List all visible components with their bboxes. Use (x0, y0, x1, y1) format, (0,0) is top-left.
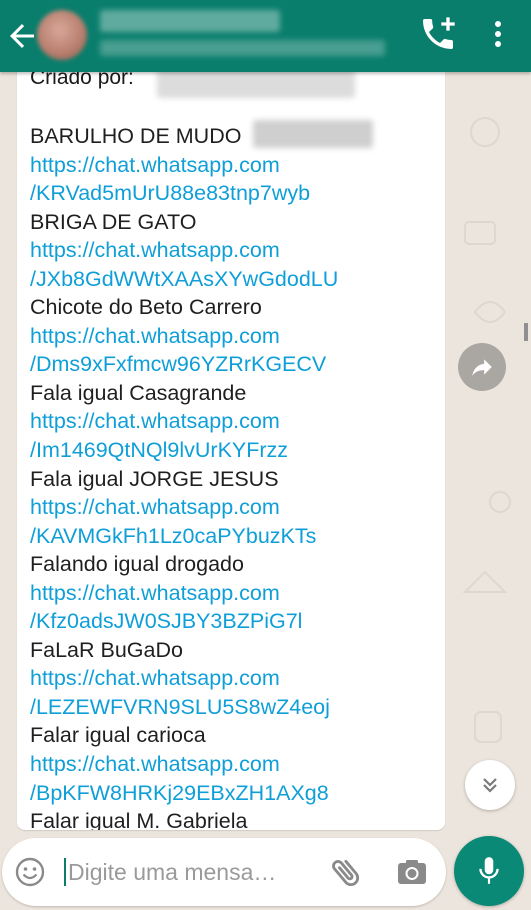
paperclip-icon[interactable] (328, 854, 364, 890)
contact-name-redacted[interactable] (100, 10, 280, 32)
wallpaper-pattern (462, 117, 511, 743)
entry-link-host[interactable]: https://chat.whatsapp.com (30, 322, 440, 351)
scroll-to-bottom-button[interactable] (465, 760, 515, 810)
entry-link-host[interactable]: https://chat.whatsapp.com (30, 750, 440, 779)
entry-link-host[interactable]: https://chat.whatsapp.com (30, 407, 440, 436)
forward-button[interactable] (458, 343, 506, 391)
scrollbar-thumb[interactable] (524, 323, 528, 341)
forward-icon (472, 359, 492, 376)
chat-header (0, 0, 531, 72)
entry-link-path[interactable]: /LEZEWFVRN9SLU5S8wZ4eoj (30, 693, 440, 722)
entry-link-path[interactable]: /KRVad5mUrU88e83tnp7wyb (30, 179, 440, 208)
entry-title: Falando igual drogado (30, 552, 244, 577)
group-link-list: BARULHO DE MUDO https://chat.whatsapp.co… (30, 122, 440, 830)
entry-link-host[interactable]: https://chat.whatsapp.com (30, 579, 440, 608)
mic-icon (479, 857, 499, 884)
entry-link-path[interactable]: /JXb8GdWWtXAAsXYwGdodLU (30, 265, 440, 294)
entry-link-path[interactable]: /Dms9xFxfmcw96YZRrKGECV (30, 350, 440, 379)
entry-title: Chicote do Beto Carrero (30, 295, 262, 320)
entry-title: Fala igual JORGE JESUS (30, 466, 279, 491)
text-caret (64, 858, 66, 886)
camera-icon[interactable] (395, 856, 429, 888)
entry-title: Falar igual M. Gabriela (30, 809, 248, 830)
entry-title: BRIGA DE GATO (30, 209, 197, 234)
entry-link-path[interactable]: /Kfz0adsJW0SJBY3BZPiG7l (30, 607, 440, 636)
entry-link-host[interactable]: https://chat.whatsapp.com (30, 664, 440, 693)
entry-title: Fala igual Casagrande (30, 380, 247, 405)
entry-link-host[interactable]: https://chat.whatsapp.com (30, 493, 440, 522)
entry-title: Falar igual carioca (30, 723, 206, 748)
voice-message-button[interactable] (454, 836, 524, 906)
message-input[interactable] (68, 854, 308, 890)
entry-link-host[interactable]: https://chat.whatsapp.com (30, 151, 440, 180)
more-vert-icon[interactable] (486, 14, 510, 54)
entry-link-host[interactable]: https://chat.whatsapp.com (30, 236, 440, 265)
add-call-icon[interactable] (418, 14, 458, 54)
emoji-icon[interactable] (14, 856, 46, 888)
entry-title: BARULHO DE MUDO (30, 124, 242, 148)
double-chevron-down-icon (483, 778, 497, 793)
back-arrow-icon[interactable] (4, 18, 40, 54)
message-composer (2, 838, 446, 906)
contact-avatar[interactable] (37, 10, 87, 60)
entry-link-path[interactable]: /KAVMGkFh1Lz0caPYbuzKTs (30, 522, 440, 551)
contact-subtitle-redacted (100, 40, 385, 56)
entry-link-path[interactable]: /Im1469QtNQl9lvUrKYFrzz (30, 436, 440, 465)
message-bubble[interactable]: Criado por: BARULHO DE MUDO https://chat… (17, 40, 445, 830)
entry-title: FaLaR BuGaDo (30, 637, 183, 662)
entry-link-path[interactable]: /BpKFW8HRKj29EBxZH1AXg8 (30, 779, 440, 808)
